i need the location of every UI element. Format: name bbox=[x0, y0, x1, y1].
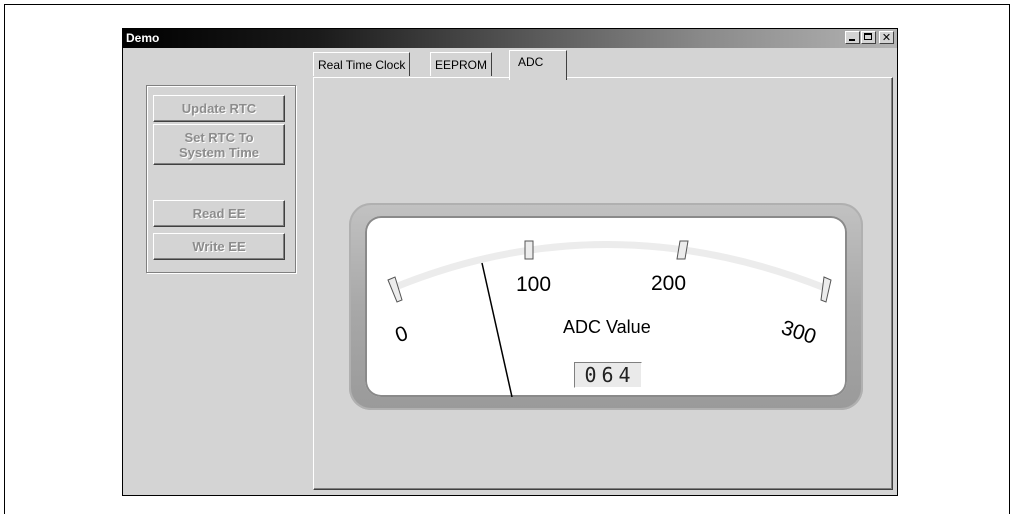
gauge-face: 0 100 200 300 ADC Value 064 bbox=[365, 216, 847, 397]
read-ee-button[interactable]: Read EE bbox=[153, 200, 285, 227]
tab-eeprom[interactable]: EEPROM bbox=[430, 52, 493, 76]
scale-arc bbox=[391, 241, 827, 292]
adc-value-readout: 064 bbox=[574, 362, 642, 388]
adc-tab-panel: 0 100 200 300 ADC Value 064 bbox=[313, 77, 893, 490]
close-icon: ✕ bbox=[881, 31, 892, 44]
scale-label-200: 200 bbox=[651, 272, 687, 295]
maximize-button[interactable] bbox=[861, 31, 876, 44]
tab-eeprom-label: EEPROM bbox=[435, 58, 488, 72]
tab-adc[interactable]: ADC bbox=[509, 50, 567, 80]
tick-100 bbox=[524, 240, 534, 260]
minimize-button[interactable] bbox=[845, 31, 860, 44]
write-ee-button[interactable]: Write EE bbox=[153, 233, 285, 260]
set-rtc-label-line1: Set RTC To bbox=[184, 129, 254, 145]
write-ee-label: Write EE bbox=[192, 239, 246, 254]
gauge-title: ADC Value bbox=[563, 317, 651, 337]
tab-real-time-clock[interactable]: Real Time Clock bbox=[313, 52, 411, 76]
demo-window: Demo ✕ Update RTC Set RTC To System Time… bbox=[122, 28, 898, 496]
tick-0 bbox=[387, 276, 403, 303]
tab-adc-label: ADC bbox=[518, 55, 544, 69]
tab-real-time-clock-label: Real Time Clock bbox=[318, 58, 406, 72]
window-title: Demo bbox=[126, 31, 160, 45]
adc-gauge: 0 100 200 300 ADC Value 064 bbox=[349, 203, 863, 410]
update-rtc-label: Update RTC bbox=[181, 101, 257, 116]
scale-label-100: 100 bbox=[516, 273, 552, 296]
minimize-icon bbox=[849, 39, 855, 41]
gauge-needle bbox=[481, 262, 513, 397]
maximize-icon bbox=[864, 33, 872, 40]
window-controls: ✕ bbox=[845, 31, 894, 44]
tick-200 bbox=[676, 240, 689, 260]
title-bar[interactable]: Demo ✕ bbox=[123, 29, 897, 48]
close-button[interactable]: ✕ bbox=[879, 31, 894, 44]
tick-300 bbox=[820, 276, 832, 303]
read-ee-label: Read EE bbox=[192, 206, 246, 221]
set-rtc-label-line2: System Time bbox=[179, 144, 259, 160]
update-rtc-button[interactable]: Update RTC bbox=[153, 95, 285, 122]
set-rtc-to-system-time-button[interactable]: Set RTC To System Time bbox=[153, 124, 285, 165]
